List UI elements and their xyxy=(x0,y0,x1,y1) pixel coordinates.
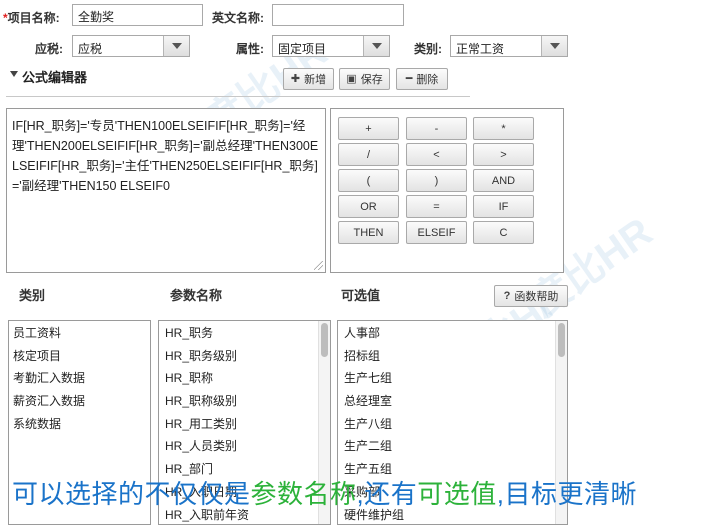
list-item[interactable]: 核定项目 xyxy=(9,345,150,368)
tax-label: 应税: xyxy=(35,42,63,56)
list-item[interactable]: 生产七组 xyxy=(340,367,567,390)
keypad-button[interactable]: * xyxy=(473,117,534,140)
list-item[interactable]: HR_用工类别 xyxy=(161,413,330,436)
list-item[interactable]: HR_职称 xyxy=(161,367,330,390)
list-item[interactable]: HR_人员类别 xyxy=(161,435,330,458)
editor-divider xyxy=(6,96,470,97)
param-name-column-header: 参数名称 xyxy=(170,288,223,303)
scrollbar-thumb[interactable] xyxy=(321,323,328,357)
keypad-button[interactable]: C xyxy=(473,221,534,244)
list-item[interactable]: 招标组 xyxy=(340,345,567,368)
english-name-input[interactable] xyxy=(272,4,404,26)
category-column-header: 类别 xyxy=(19,288,46,303)
keypad-button[interactable]: IF xyxy=(473,195,534,218)
keypad-button[interactable]: = xyxy=(406,195,467,218)
list-item[interactable]: 总经理室 xyxy=(340,390,567,413)
category-select[interactable]: 正常工资 xyxy=(450,35,568,57)
attribute-select-value: 固定项目 xyxy=(278,42,327,56)
attribute-select[interactable]: 固定项目 xyxy=(272,35,390,57)
keypad-button[interactable]: OR xyxy=(338,195,399,218)
list-item[interactable]: 系统数据 xyxy=(9,413,150,436)
plus-icon: ✚ xyxy=(290,72,301,85)
item-name-label: *项目名称: xyxy=(3,11,60,25)
delete-button[interactable]: ━ 删除 xyxy=(396,68,448,90)
save-button[interactable]: ▣ 保存 xyxy=(339,68,390,90)
item-name-input[interactable]: 全勤奖 xyxy=(72,4,203,26)
keypad-button[interactable]: ( xyxy=(338,169,399,192)
category-label: 类别: xyxy=(414,42,442,56)
tax-select-value: 应税 xyxy=(78,42,103,56)
keypad-button[interactable]: - xyxy=(406,117,467,140)
options-column-header: 可选值 xyxy=(341,288,381,303)
chevron-down-icon[interactable] xyxy=(363,36,389,56)
list-item[interactable]: 员工资料 xyxy=(9,322,150,345)
editor-toggle[interactable] xyxy=(10,71,18,77)
keypad-button[interactable]: < xyxy=(406,143,467,166)
keypad-button[interactable]: ELSEIF xyxy=(406,221,467,244)
minus-icon: ━ xyxy=(405,72,413,85)
list-item[interactable]: HR_职称级别 xyxy=(161,390,330,413)
resize-handle-icon[interactable] xyxy=(314,261,323,270)
list-item[interactable]: HR_职务级别 xyxy=(161,345,330,368)
help-icon: ? xyxy=(503,289,511,302)
list-item[interactable]: HR_职务 xyxy=(161,322,330,345)
scrollbar-thumb[interactable] xyxy=(558,323,565,357)
list-item[interactable]: 生产八组 xyxy=(340,413,567,436)
save-icon: ▣ xyxy=(346,72,357,85)
keypad-button[interactable]: / xyxy=(338,143,399,166)
tax-select[interactable]: 应税 xyxy=(72,35,190,57)
chevron-down-icon[interactable] xyxy=(541,36,567,56)
chevron-down-icon[interactable] xyxy=(163,36,189,56)
keypad-button[interactable]: AND xyxy=(473,169,534,192)
list-item[interactable]: 人事部 xyxy=(340,322,567,345)
english-name-label: 英文名称: xyxy=(212,11,264,25)
editor-title: 公式编辑器 xyxy=(22,70,88,85)
new-button[interactable]: ✚ 新增 xyxy=(283,68,334,90)
category-select-value: 正常工资 xyxy=(456,42,505,56)
keypad-button[interactable]: ) xyxy=(406,169,467,192)
function-help-button[interactable]: ? 函数帮助 xyxy=(494,285,568,307)
caption-overlay: 可以选择的不仅仅是参数名称,还有可选值,目标更清晰 xyxy=(12,479,638,509)
list-item[interactable]: 生产二组 xyxy=(340,435,567,458)
list-item[interactable]: 薪资汇入数据 xyxy=(9,390,150,413)
keypad-button[interactable]: THEN xyxy=(338,221,399,244)
formula-textarea[interactable]: IF[HR_职务]='专员'THEN100ELSEIFIF[HR_职务]='经理… xyxy=(6,108,326,273)
keypad-button[interactable]: + xyxy=(338,117,399,140)
list-item[interactable]: 考勤汇入数据 xyxy=(9,367,150,390)
keypad-button[interactable]: > xyxy=(473,143,534,166)
attribute-label: 属性: xyxy=(236,42,264,56)
